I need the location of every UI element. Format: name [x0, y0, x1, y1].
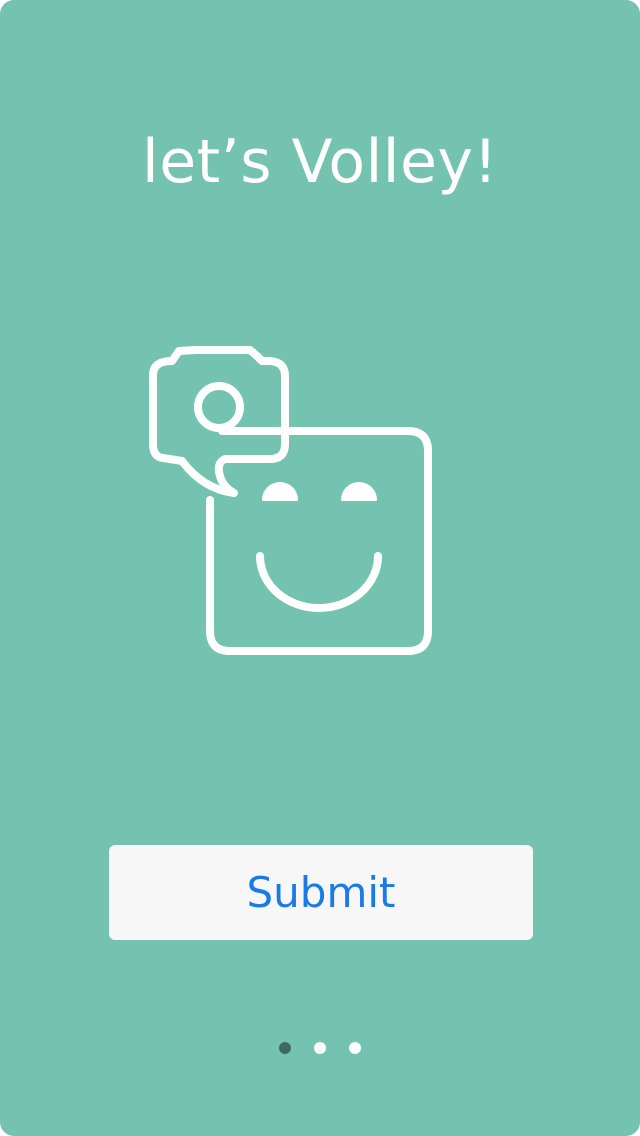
page-dot-2[interactable] — [314, 1042, 326, 1054]
page-dot-1[interactable] — [279, 1042, 291, 1054]
page-indicator[interactable] — [0, 1042, 640, 1054]
onboarding-screen: let’s Volley! Submit — [0, 0, 640, 1136]
submit-button[interactable]: Submit — [109, 845, 533, 940]
page-dot-3[interactable] — [349, 1042, 361, 1054]
page-title: let’s Volley! — [142, 127, 498, 197]
camera-speech-bubble-smiley-icon — [149, 346, 432, 655]
